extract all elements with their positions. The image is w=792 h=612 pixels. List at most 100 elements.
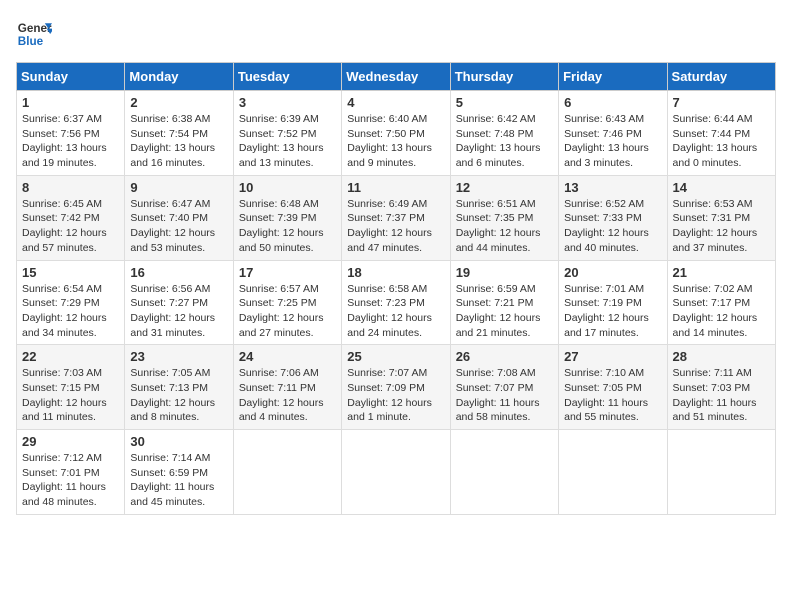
day-info: Sunrise: 7:03 AMSunset: 7:15 PMDaylight:… bbox=[22, 367, 107, 423]
day-number: 7 bbox=[673, 95, 770, 110]
calendar-day: 21 Sunrise: 7:02 AMSunset: 7:17 PMDayligh… bbox=[667, 260, 775, 345]
day-number: 20 bbox=[564, 265, 661, 280]
weekday-header: Thursday bbox=[450, 63, 558, 91]
day-number: 3 bbox=[239, 95, 336, 110]
day-number: 2 bbox=[130, 95, 227, 110]
calendar-day: 22 Sunrise: 7:03 AMSunset: 7:15 PMDayligh… bbox=[17, 345, 125, 430]
day-info: Sunrise: 7:06 AMSunset: 7:11 PMDaylight:… bbox=[239, 367, 324, 423]
day-info: Sunrise: 6:44 AMSunset: 7:44 PMDaylight:… bbox=[673, 113, 758, 169]
calendar-day: 19 Sunrise: 6:59 AMSunset: 7:21 PMDayligh… bbox=[450, 260, 558, 345]
day-info: Sunrise: 7:05 AMSunset: 7:13 PMDaylight:… bbox=[130, 367, 215, 423]
day-info: Sunrise: 7:14 AMSunset: 6:59 PMDaylight:… bbox=[130, 452, 214, 508]
calendar-day: 18 Sunrise: 6:58 AMSunset: 7:23 PMDayligh… bbox=[342, 260, 450, 345]
day-number: 29 bbox=[22, 434, 119, 449]
day-info: Sunrise: 6:45 AMSunset: 7:42 PMDaylight:… bbox=[22, 198, 107, 254]
calendar-day: 9 Sunrise: 6:47 AMSunset: 7:40 PMDaylight… bbox=[125, 175, 233, 260]
day-number: 24 bbox=[239, 349, 336, 364]
calendar-week-row: 15 Sunrise: 6:54 AMSunset: 7:29 PMDayligh… bbox=[17, 260, 776, 345]
day-number: 25 bbox=[347, 349, 444, 364]
calendar-day: 20 Sunrise: 7:01 AMSunset: 7:19 PMDayligh… bbox=[559, 260, 667, 345]
calendar-day: 7 Sunrise: 6:44 AMSunset: 7:44 PMDaylight… bbox=[667, 91, 775, 176]
calendar-day: 8 Sunrise: 6:45 AMSunset: 7:42 PMDaylight… bbox=[17, 175, 125, 260]
day-number: 18 bbox=[347, 265, 444, 280]
calendar-day: 2 Sunrise: 6:38 AMSunset: 7:54 PMDaylight… bbox=[125, 91, 233, 176]
empty-cell bbox=[559, 430, 667, 515]
day-info: Sunrise: 6:42 AMSunset: 7:48 PMDaylight:… bbox=[456, 113, 541, 169]
day-info: Sunrise: 6:38 AMSunset: 7:54 PMDaylight:… bbox=[130, 113, 215, 169]
page-header: General Blue bbox=[16, 16, 776, 52]
empty-cell bbox=[450, 430, 558, 515]
day-info: Sunrise: 6:47 AMSunset: 7:40 PMDaylight:… bbox=[130, 198, 215, 254]
day-number: 8 bbox=[22, 180, 119, 195]
day-info: Sunrise: 6:56 AMSunset: 7:27 PMDaylight:… bbox=[130, 283, 215, 339]
calendar-day: 26 Sunrise: 7:08 AMSunset: 7:07 PMDayligh… bbox=[450, 345, 558, 430]
day-info: Sunrise: 6:40 AMSunset: 7:50 PMDaylight:… bbox=[347, 113, 432, 169]
day-number: 11 bbox=[347, 180, 444, 195]
day-number: 16 bbox=[130, 265, 227, 280]
day-number: 6 bbox=[564, 95, 661, 110]
day-number: 22 bbox=[22, 349, 119, 364]
calendar-day: 11 Sunrise: 6:49 AMSunset: 7:37 PMDayligh… bbox=[342, 175, 450, 260]
day-info: Sunrise: 6:59 AMSunset: 7:21 PMDaylight:… bbox=[456, 283, 541, 339]
day-number: 23 bbox=[130, 349, 227, 364]
weekday-header: Wednesday bbox=[342, 63, 450, 91]
calendar-day: 15 Sunrise: 6:54 AMSunset: 7:29 PMDayligh… bbox=[17, 260, 125, 345]
day-info: Sunrise: 7:01 AMSunset: 7:19 PMDaylight:… bbox=[564, 283, 649, 339]
day-number: 19 bbox=[456, 265, 553, 280]
day-number: 30 bbox=[130, 434, 227, 449]
calendar-week-row: 29 Sunrise: 7:12 AMSunset: 7:01 PMDayligh… bbox=[17, 430, 776, 515]
day-info: Sunrise: 6:37 AMSunset: 7:56 PMDaylight:… bbox=[22, 113, 107, 169]
day-number: 5 bbox=[456, 95, 553, 110]
day-info: Sunrise: 6:53 AMSunset: 7:31 PMDaylight:… bbox=[673, 198, 758, 254]
calendar-header-row: SundayMondayTuesdayWednesdayThursdayFrid… bbox=[17, 63, 776, 91]
day-number: 15 bbox=[22, 265, 119, 280]
day-number: 13 bbox=[564, 180, 661, 195]
weekday-header: Saturday bbox=[667, 63, 775, 91]
calendar-day: 4Sunrise: 6:40 AMSunset: 7:50 PMDaylight… bbox=[342, 91, 450, 176]
day-info: Sunrise: 7:11 AMSunset: 7:03 PMDaylight:… bbox=[673, 367, 757, 423]
calendar-day: 10Sunrise: 6:48 AMSunset: 7:39 PMDayligh… bbox=[233, 175, 341, 260]
day-number: 27 bbox=[564, 349, 661, 364]
day-info: Sunrise: 7:08 AMSunset: 7:07 PMDaylight:… bbox=[456, 367, 540, 423]
empty-cell bbox=[233, 430, 341, 515]
day-info: Sunrise: 6:58 AMSunset: 7:23 PMDaylight:… bbox=[347, 283, 432, 339]
day-number: 14 bbox=[673, 180, 770, 195]
logo-icon: General Blue bbox=[16, 16, 52, 52]
calendar-day: 25 Sunrise: 7:07 AMSunset: 7:09 PMDayligh… bbox=[342, 345, 450, 430]
calendar-day: 16 Sunrise: 6:56 AMSunset: 7:27 PMDayligh… bbox=[125, 260, 233, 345]
calendar-day: 5 Sunrise: 6:42 AMSunset: 7:48 PMDaylight… bbox=[450, 91, 558, 176]
day-info: Sunrise: 7:02 AMSunset: 7:17 PMDaylight:… bbox=[673, 283, 758, 339]
day-number: 12 bbox=[456, 180, 553, 195]
day-number: 1 bbox=[22, 95, 119, 110]
calendar-week-row: 22 Sunrise: 7:03 AMSunset: 7:15 PMDayligh… bbox=[17, 345, 776, 430]
calendar-day: 28Sunrise: 7:11 AMSunset: 7:03 PMDayligh… bbox=[667, 345, 775, 430]
calendar-day: 3 Sunrise: 6:39 AMSunset: 7:52 PMDaylight… bbox=[233, 91, 341, 176]
weekday-header: Tuesday bbox=[233, 63, 341, 91]
calendar-day: 29 Sunrise: 7:12 AMSunset: 7:01 PMDayligh… bbox=[17, 430, 125, 515]
calendar-week-row: 1 Sunrise: 6:37 AMSunset: 7:56 PMDaylight… bbox=[17, 91, 776, 176]
day-info: Sunrise: 6:54 AMSunset: 7:29 PMDaylight:… bbox=[22, 283, 107, 339]
empty-cell bbox=[342, 430, 450, 515]
day-info: Sunrise: 7:07 AMSunset: 7:09 PMDaylight:… bbox=[347, 367, 432, 423]
day-number: 10 bbox=[239, 180, 336, 195]
logo: General Blue bbox=[16, 16, 96, 52]
calendar-day: 30 Sunrise: 7:14 AMSunset: 6:59 PMDayligh… bbox=[125, 430, 233, 515]
calendar-day: 14 Sunrise: 6:53 AMSunset: 7:31 PMDayligh… bbox=[667, 175, 775, 260]
calendar-day: 17 Sunrise: 6:57 AMSunset: 7:25 PMDayligh… bbox=[233, 260, 341, 345]
day-number: 26 bbox=[456, 349, 553, 364]
day-info: Sunrise: 6:57 AMSunset: 7:25 PMDaylight:… bbox=[239, 283, 324, 339]
weekday-header: Friday bbox=[559, 63, 667, 91]
weekday-header: Monday bbox=[125, 63, 233, 91]
calendar-day: 13 Sunrise: 6:52 AMSunset: 7:33 PMDayligh… bbox=[559, 175, 667, 260]
day-info: Sunrise: 6:43 AMSunset: 7:46 PMDaylight:… bbox=[564, 113, 649, 169]
day-number: 21 bbox=[673, 265, 770, 280]
day-number: 17 bbox=[239, 265, 336, 280]
day-info: Sunrise: 6:52 AMSunset: 7:33 PMDaylight:… bbox=[564, 198, 649, 254]
day-info: Sunrise: 6:49 AMSunset: 7:37 PMDaylight:… bbox=[347, 198, 432, 254]
calendar-table: SundayMondayTuesdayWednesdayThursdayFrid… bbox=[16, 62, 776, 515]
day-info: Sunrise: 7:12 AMSunset: 7:01 PMDaylight:… bbox=[22, 452, 106, 508]
calendar-day: 23 Sunrise: 7:05 AMSunset: 7:13 PMDayligh… bbox=[125, 345, 233, 430]
day-info: Sunrise: 6:51 AMSunset: 7:35 PMDaylight:… bbox=[456, 198, 541, 254]
day-info: Sunrise: 6:39 AMSunset: 7:52 PMDaylight:… bbox=[239, 113, 324, 169]
day-number: 9 bbox=[130, 180, 227, 195]
